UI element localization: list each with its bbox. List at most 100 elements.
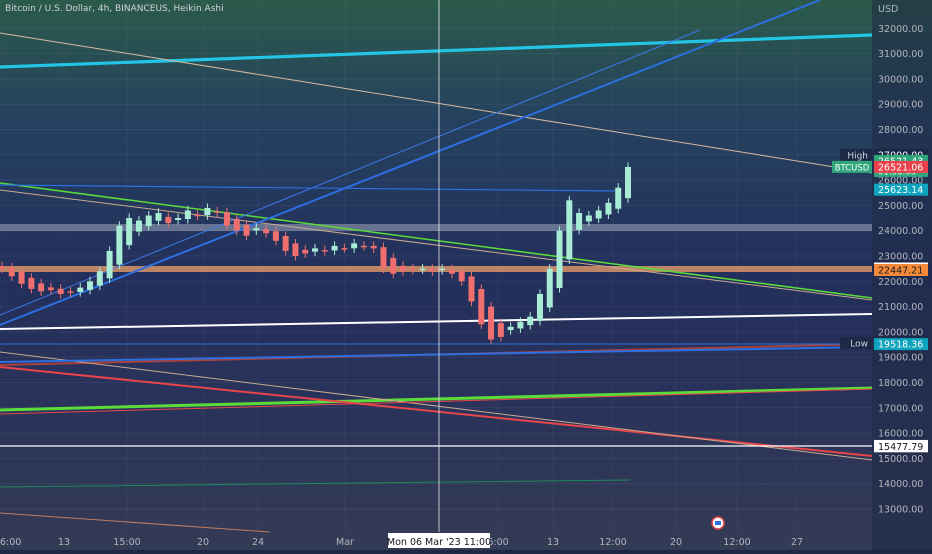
candle-body xyxy=(625,166,631,199)
candle-body xyxy=(370,245,377,249)
candle-body xyxy=(468,276,475,302)
candle-body xyxy=(448,269,455,274)
price-label-value: 19518.36 xyxy=(878,340,923,351)
candle-body xyxy=(302,249,309,254)
candle-body xyxy=(106,250,113,279)
x-tick-label: 6:00 xyxy=(0,537,21,548)
chart-area[interactable]: 13000.00 14000.00 15000.00 16000.00 17000.00… xyxy=(0,0,932,550)
candle-body xyxy=(0,266,5,269)
candle-body xyxy=(282,236,289,251)
x-tick-label: 12:00 xyxy=(723,537,750,548)
candle-body xyxy=(360,245,367,248)
candle-body xyxy=(536,293,543,321)
y-tick-label: 16000.00 xyxy=(878,429,923,440)
candle-body xyxy=(28,277,35,289)
candle-body xyxy=(419,268,426,271)
x-tick-label: 24 xyxy=(252,537,264,548)
candle-body xyxy=(243,224,250,236)
candle-body xyxy=(292,243,299,256)
candle-body xyxy=(165,216,172,224)
price-label-value: 15477.79 xyxy=(878,442,923,453)
candle-body xyxy=(8,267,15,277)
y-tick-label: 17000.00 xyxy=(878,403,923,414)
chart-title: Bitcoin / U.S. Dollar, 4h, BINANCEUS, He… xyxy=(5,4,224,14)
candle-body xyxy=(145,215,152,227)
candle-body xyxy=(223,212,230,226)
x-tick-label: 12:00 xyxy=(599,537,626,548)
crosshair-time-label: Mon 06 Mar '23 11:00 xyxy=(387,537,491,548)
price-chart[interactable]: 13000.00 14000.00 15000.00 16000.00 17000.00… xyxy=(0,0,932,550)
candle-body xyxy=(605,202,612,215)
candle-body xyxy=(77,287,84,293)
candle-body xyxy=(439,268,446,271)
candle-body xyxy=(96,271,103,286)
candle-body xyxy=(351,243,358,249)
candle-body xyxy=(194,214,201,217)
candle-body xyxy=(566,200,573,260)
candle-body xyxy=(429,268,436,272)
band-orange xyxy=(0,266,872,272)
candle-body xyxy=(507,326,514,331)
candle-body xyxy=(312,248,318,252)
y-tick-label: 22000.00 xyxy=(878,277,923,288)
candle-body xyxy=(497,323,504,337)
price-label-value: 25623.14 xyxy=(878,185,923,196)
y-tick-label: 32000.00 xyxy=(878,24,923,35)
candle-body xyxy=(517,321,524,329)
candle-body xyxy=(585,215,592,222)
candle-body xyxy=(263,229,270,234)
price-label-value: 26521.06 xyxy=(878,162,923,173)
candle-body xyxy=(380,247,387,269)
candle-body xyxy=(155,212,162,221)
x-tick-label: 20 xyxy=(197,537,209,548)
flag-icon[interactable] xyxy=(711,516,725,530)
candle-body xyxy=(400,265,407,272)
price-label-value: 22447.21 xyxy=(878,265,923,276)
y-tick-label: 20000.00 xyxy=(878,327,923,338)
x-tick-label: 27 xyxy=(791,537,803,548)
candle-body xyxy=(556,230,563,289)
chart-background xyxy=(0,0,932,550)
y-tick-label: 14000.00 xyxy=(878,479,923,490)
candle-body xyxy=(116,225,123,265)
candle-body xyxy=(595,210,602,219)
y-axis-unit: USD xyxy=(878,4,898,15)
candle-body xyxy=(87,281,94,290)
candle-body xyxy=(38,283,45,292)
candle-body xyxy=(18,271,25,284)
candle-body xyxy=(272,231,279,241)
candle-body xyxy=(175,218,182,221)
candle-body xyxy=(331,245,338,251)
y-tick-label: 31000.00 xyxy=(878,49,923,60)
candle-body xyxy=(135,220,142,232)
candle-body xyxy=(214,211,221,214)
candle-body xyxy=(47,287,54,291)
x-tick-label: 13 xyxy=(58,537,70,548)
candle-body xyxy=(527,316,534,326)
x-tick-label: 15:00 xyxy=(113,537,140,548)
y-tick-label: 29000.00 xyxy=(878,100,923,111)
candle-body xyxy=(57,288,64,294)
y-tick-label: 18000.00 xyxy=(878,378,923,389)
candle-body xyxy=(488,306,495,340)
candle-body xyxy=(67,291,74,293)
y-tick-label: 21000.00 xyxy=(878,302,923,313)
x-tick-label: 13 xyxy=(547,537,559,548)
price-tag-name: Low xyxy=(850,339,868,349)
candle-body xyxy=(409,268,416,270)
candle-body xyxy=(546,268,553,308)
candle-body xyxy=(390,257,397,274)
y-tick-label: 15000.00 xyxy=(878,454,923,465)
y-tick-label: 13000.00 xyxy=(878,505,923,516)
y-tick-label: 30000.00 xyxy=(878,74,923,85)
y-tick-label: 28000.00 xyxy=(878,125,923,136)
candle-body xyxy=(321,250,328,252)
candle-body xyxy=(204,207,211,216)
y-tick-label: 23000.00 xyxy=(878,252,923,263)
candle-body xyxy=(126,218,133,246)
price-axis[interactable]: 13000.00 14000.00 15000.00 16000.00 17000.00… xyxy=(878,4,923,516)
candle-body xyxy=(341,248,348,250)
y-tick-label: 19000.00 xyxy=(878,353,923,364)
y-tick-label: 24000.00 xyxy=(878,226,923,237)
x-tick-label: Mar xyxy=(336,537,354,548)
